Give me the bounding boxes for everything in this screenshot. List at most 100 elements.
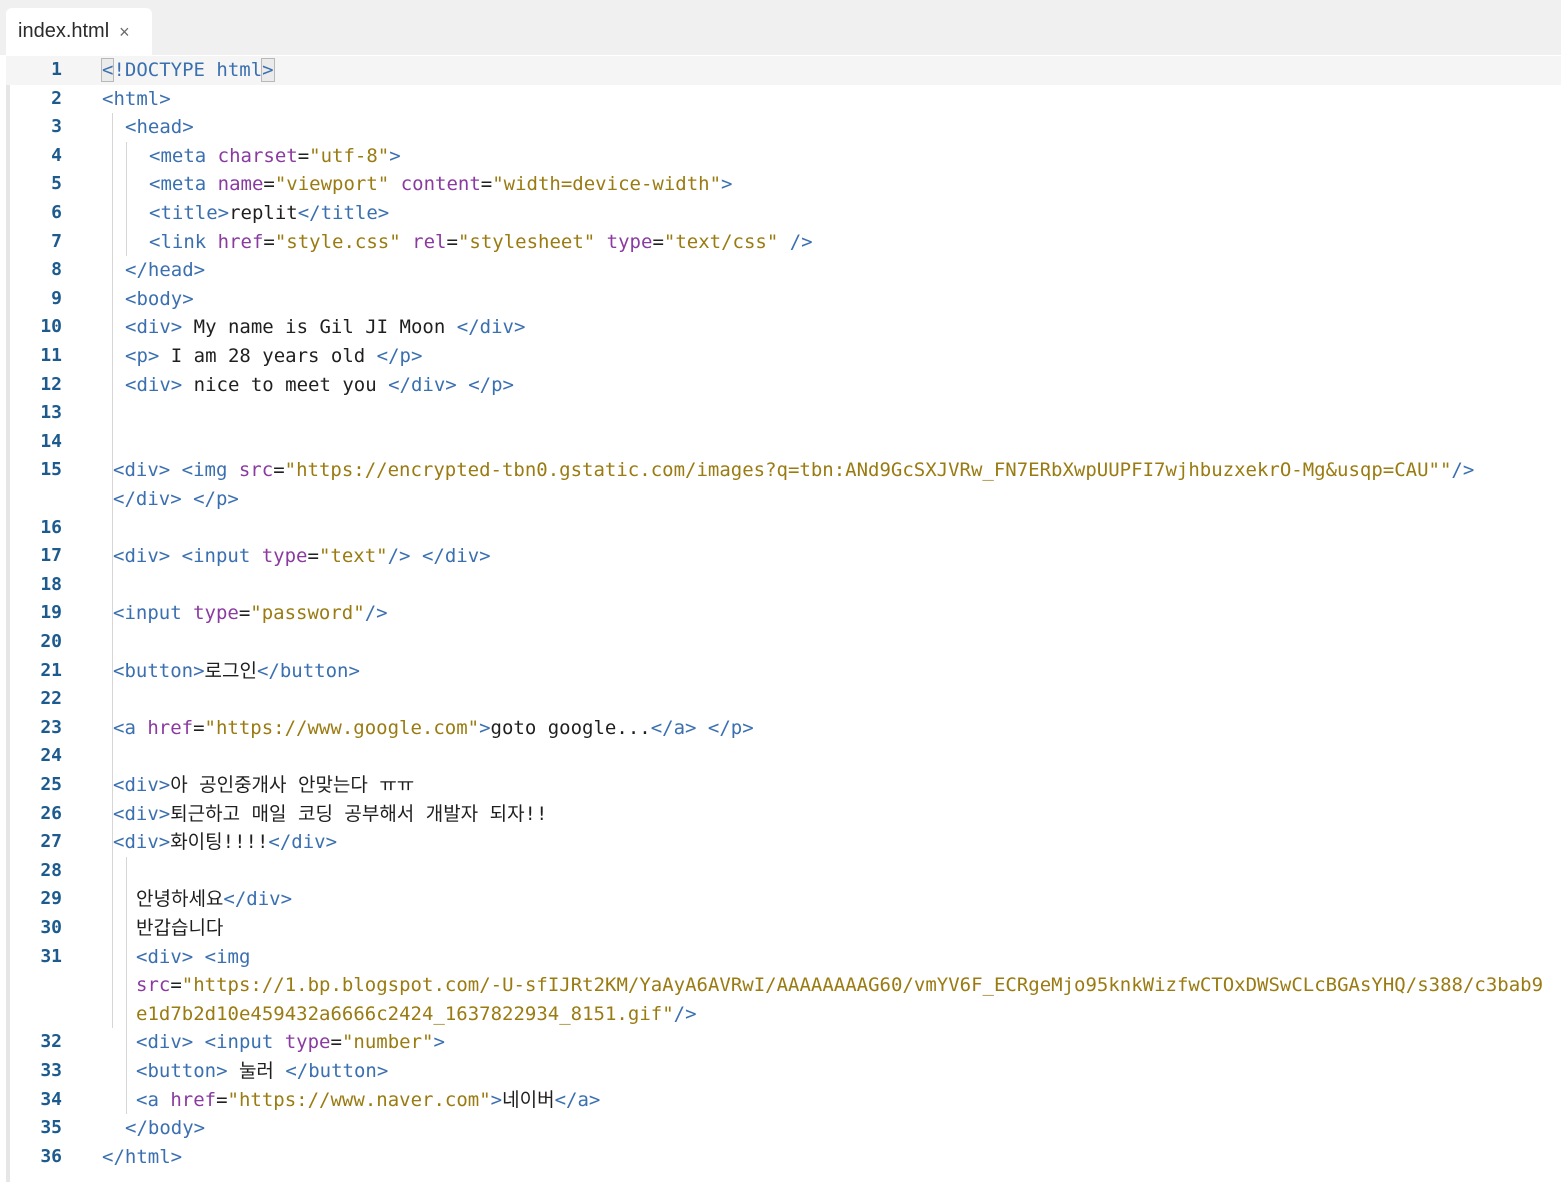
code-line[interactable]: 36 </html> (6, 1143, 1561, 1172)
tab-index-html[interactable]: index.html × (6, 8, 152, 55)
code-line[interactable]: 10 <div> My name is Gil JI Moon </div> (6, 313, 1561, 342)
code-token: <div> (113, 545, 171, 568)
line-number: 27 (40, 831, 62, 853)
indent-guide (126, 856, 127, 1115)
code-line[interactable]: 2 <html> (6, 85, 1561, 114)
code-line[interactable]: 19 <input type="password"/> (6, 599, 1561, 628)
code-line[interactable]: 12 <div> nice to meet you </div> </p> (6, 371, 1561, 400)
line-number: 31 (40, 945, 62, 967)
code-token: href (170, 1088, 217, 1111)
code-text: <a href="https://www.naver.com">네이버</a> (136, 1086, 600, 1115)
code-token: I am 28 years old (159, 345, 377, 367)
code-line[interactable]: 28 (6, 857, 1561, 886)
code-line[interactable]: 22 (6, 685, 1561, 714)
line-number: 10 (40, 316, 62, 338)
line-number: 5 (51, 173, 62, 195)
code-token: </div> (223, 888, 293, 911)
code-line[interactable]: 3 <head> (6, 113, 1561, 142)
code-line[interactable]: 35 </body> (6, 1114, 1561, 1143)
code-token: </p> (707, 716, 754, 739)
code-token: My name is Gil JI Moon (182, 316, 457, 339)
code-line[interactable]: 7 <link href="style.css" rel="stylesheet"… (6, 228, 1561, 257)
code-token: charset (217, 144, 298, 167)
code-token: <meta (149, 173, 218, 196)
line-number: 30 (40, 917, 62, 938)
code-line[interactable]: 25 <div>아 공인중개사 안맞는다 ㅠㅠ (6, 771, 1561, 800)
code-line[interactable]: 16 (6, 514, 1561, 543)
code-token: = (273, 459, 285, 482)
code-token: = (170, 974, 182, 997)
code-token: <head> (125, 116, 194, 139)
code-line[interactable]: 18 (6, 571, 1561, 600)
code-line[interactable]: 8 </head> (6, 256, 1561, 285)
code-text: <button>로그인</button> (113, 657, 360, 686)
code-token: > (389, 144, 401, 167)
code-token: </div> (113, 488, 182, 510)
code-line[interactable]: 33 <button> 눌러 </button> (6, 1057, 1561, 1086)
line-number: 35 (40, 1117, 62, 1139)
code-line[interactable]: e1d7b2d10e459432a6666c2424_1637822934_81… (6, 1000, 1561, 1029)
code-line[interactable]: 13 (6, 399, 1561, 428)
code-token: "style.css" (274, 230, 401, 253)
code-line[interactable]: 11 <p> I am 28 years old </p> (6, 342, 1561, 371)
code-line[interactable]: 15 <div> <img src="https://encrypted-tbn0… (6, 456, 1561, 485)
code-token: = (216, 1088, 228, 1111)
code-token: type (193, 602, 239, 625)
line-number: 4 (51, 144, 62, 166)
code-token: /> (778, 230, 813, 253)
code-token: <input (204, 1031, 285, 1054)
code-line[interactable]: 31 <div> <img (6, 943, 1561, 972)
line-number: 26 (40, 802, 62, 824)
code-token: 안녕하세요 (136, 888, 224, 911)
code-token: </div> (421, 545, 491, 568)
code-line[interactable]: 26 <div>퇴근하고 매일 코딩 공부해서 개발자 되자!! (6, 800, 1561, 829)
code-text: 반갑습니다 (136, 914, 223, 943)
code-token: <meta (149, 144, 218, 167)
code-line[interactable]: 34 <a href="https://www.naver.com">네이버</a… (6, 1086, 1561, 1115)
code-text: <div>아 공인중개사 안맞는다 ㅠㅠ (113, 771, 414, 800)
code-token: <div> (136, 1031, 194, 1054)
code-text: <html> (102, 85, 171, 114)
code-token: goto google... (490, 716, 651, 739)
code-token: <input (113, 602, 194, 625)
code-token: = (480, 173, 493, 196)
code-token: "stylesheet" (457, 230, 596, 253)
code-line[interactable]: 30 반갑습니다 (6, 914, 1561, 943)
code-line[interactable]: 32 <div> <input type="number"> (6, 1028, 1561, 1057)
code-line[interactable]: </div> </p> (6, 485, 1561, 514)
code-line[interactable]: 1 <!DOCTYPE html> (6, 56, 1561, 85)
code-text: <div>퇴근하고 매일 코딩 공부해서 개발자 되자!! (113, 800, 547, 829)
code-line[interactable]: 23 <a href="https://www.google.com">goto … (6, 714, 1561, 743)
code-token: = (330, 1031, 342, 1054)
code-line[interactable]: 29 안녕하세요</div> (6, 885, 1561, 914)
line-number: 29 (40, 888, 62, 910)
code-line[interactable]: 20 (6, 628, 1561, 657)
code-line[interactable]: 4 <meta charset="utf-8"> (6, 142, 1561, 171)
code-line[interactable]: 6 <title>replit</title> (6, 199, 1561, 228)
code-line[interactable]: 14 (6, 428, 1561, 457)
code-line[interactable]: src="https://1.bp.blogspot.com/-U-sfIJRt… (6, 971, 1561, 1000)
code-line[interactable]: 21 <button>로그인</button> (6, 657, 1561, 686)
code-token: <button> (136, 1060, 228, 1082)
code-line[interactable]: 27 <div>화이팅!!!!</div> (6, 828, 1561, 857)
close-icon[interactable]: × (119, 23, 130, 41)
code-line[interactable]: 5 <meta name="viewport" content="width=de… (6, 170, 1561, 199)
code-text: <a href="https://www.google.com">goto go… (113, 714, 754, 743)
code-token: href (217, 230, 264, 253)
code-line[interactable]: 17 <div> <input type="text"/> </div> (6, 542, 1561, 571)
code-line[interactable]: 24 (6, 742, 1561, 771)
line-number: 33 (40, 1060, 62, 1081)
code-text: </html> (102, 1143, 182, 1172)
code-token: <img (181, 459, 239, 482)
code-token: > (721, 173, 733, 196)
line-number: 28 (40, 859, 62, 881)
code-editor[interactable]: 1 <!DOCTYPE html> 2 <html> 3 <head> 4 <meta cha… (6, 56, 1561, 1182)
code-line[interactable]: 9 <body> (6, 285, 1561, 314)
code-token: "https://1.bp.blogspot.com/-U-sfIJRt2KM/… (181, 974, 1544, 997)
code-token: = (446, 230, 458, 253)
